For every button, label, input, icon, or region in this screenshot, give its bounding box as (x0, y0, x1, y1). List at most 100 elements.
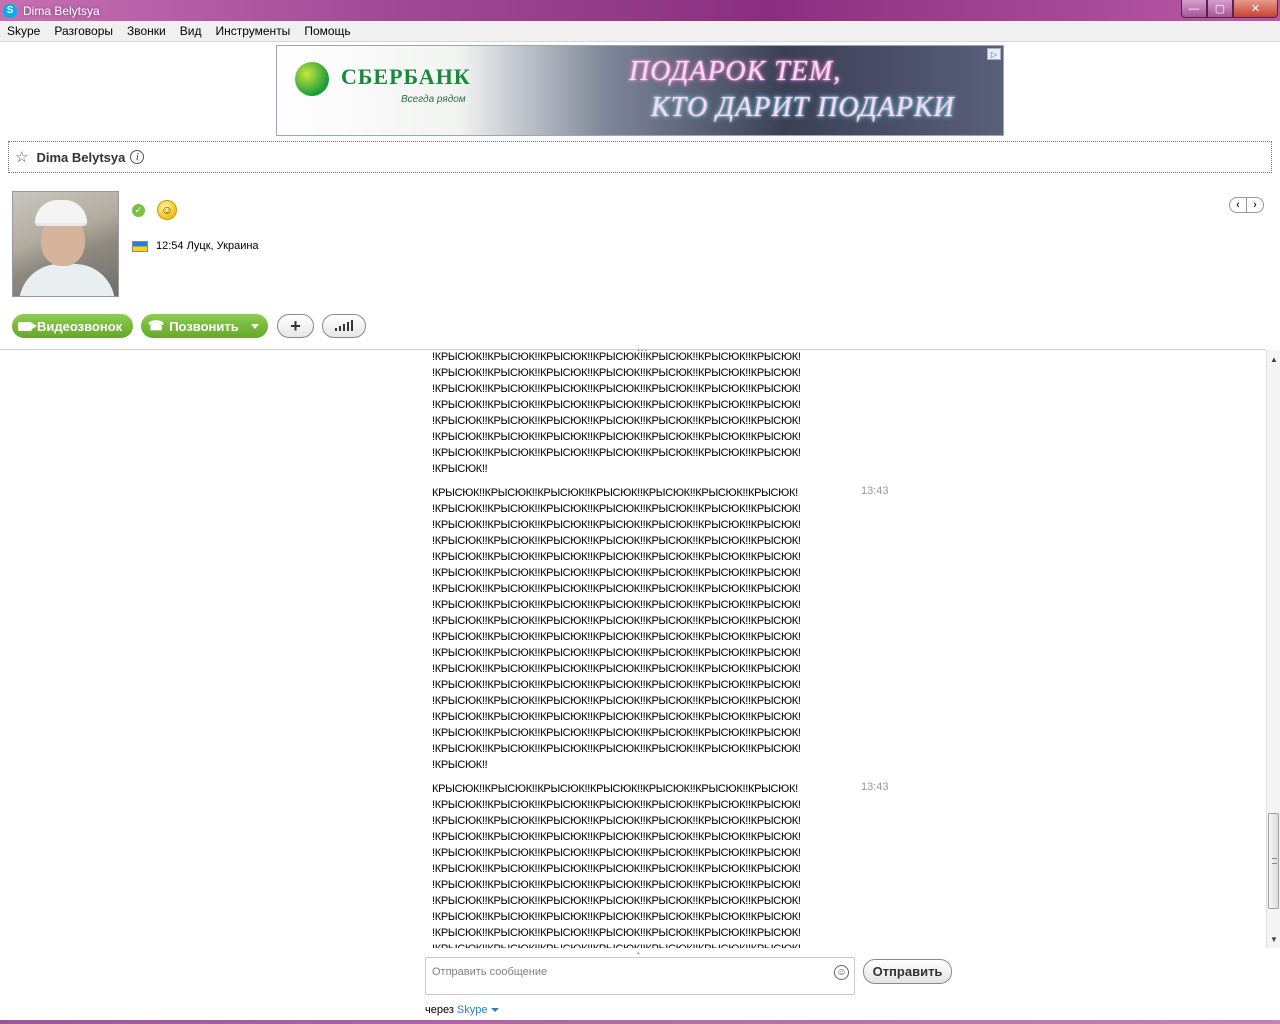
video-call-label: Видеозвонок (37, 318, 123, 334)
location-row: 12:54 Луцк, Украина (132, 240, 259, 252)
chat-message-line: !КРЫСЮК!!КРЫСЮК!!КРЫСЮК!!КРЫСЮК!!КРЫСЮК!… (432, 863, 801, 875)
add-button[interactable]: + (277, 314, 314, 338)
phone-icon: ☎ (148, 318, 165, 333)
chat-message-line: !КРЫСЮК!!КРЫСЮК!!КРЫСЮК!!КРЫСЮК!!КРЫСЮК!… (432, 447, 801, 459)
ad-brand: СБЕРБАНК (341, 64, 471, 89)
send-via: через Skype (425, 1004, 500, 1016)
maximize-button[interactable]: ▢ (1207, 0, 1233, 18)
status-row: ✓ ☺ (132, 200, 177, 220)
mood-emoticon-icon: ☺ (157, 200, 177, 220)
emoticon-icon[interactable]: ☺ (834, 965, 849, 980)
info-icon[interactable]: i (130, 150, 145, 164)
chat-message-line: !КРЫСЮК!!КРЫСЮК!!КРЫСЮК!!КРЫСЮК!!КРЫСЮК!… (432, 551, 801, 563)
send-button[interactable]: Отправить (863, 959, 952, 984)
chat-message-line: !КРЫСЮК!!КРЫСЮК!!КРЫСЮК!!КРЫСЮК!!КРЫСЮК!… (432, 399, 801, 411)
chat-message-line: !КРЫСЮК!!КРЫСЮК!!КРЫСЮК!!КРЫСЮК!!КРЫСЮК!… (432, 695, 801, 707)
video-camera-icon (18, 321, 37, 331)
menu-help[interactable]: Помощь (297, 24, 357, 38)
chat-message-line: !КРЫСЮК!!КРЫСЮК!!КРЫСЮК!!КРЫСЮК!!КРЫСЮК!… (432, 583, 801, 595)
chat-message-line: !КРЫСЮК!!КРЫСЮК!!КРЫСЮК!!КРЫСЮК!!КРЫСЮК!… (432, 631, 801, 643)
call-quality-button[interactable] (322, 314, 366, 338)
video-call-button[interactable]: Видеозвонок (12, 314, 133, 338)
chat-message-line: !КРЫСЮК!!КРЫСЮК!!КРЫСЮК!!КРЫСЮК!!КРЫСЮК!… (432, 647, 801, 659)
message-compose-box[interactable]: ☺ (425, 957, 855, 995)
chat-message-line: !КРЫСЮК!!КРЫСЮК!!КРЫСЮК!!КРЫСЮК!!КРЫСЮК!… (432, 415, 801, 427)
chat-message-line: !КРЫСЮК!!КРЫСЮК!!КРЫСЮК!!КРЫСЮК!!КРЫСЮК!… (432, 535, 801, 547)
chat-message-line: !КРЫСЮК!!КРЫСЮК!!КРЫСЮК!!КРЫСЮК!!КРЫСЮК!… (432, 799, 801, 811)
chat-message-line: !КРЫСЮК!!КРЫСЮК!!КРЫСЮК!!КРЫСЮК!!КРЫСЮК!… (432, 879, 801, 891)
chat-message-line: !КРЫСЮК!!КРЫСЮК!!КРЫСЮК!!КРЫСЮК!!КРЫСЮК!… (432, 431, 801, 443)
call-dropdown-icon[interactable] (251, 324, 259, 329)
scroll-up-icon[interactable]: ▲ (1267, 352, 1280, 366)
chat-message-line: !КРЫСЮК!!КРЫСЮК!!КРЫСЮК!!КРЫСЮК!!КРЫСЮК!… (432, 895, 801, 907)
contact-header: ☆ Dima Belytsya i (8, 141, 1272, 173)
scroll-thumb[interactable] (1268, 813, 1279, 909)
chat-message-line: !КРЫСЮК!!КРЫСЮК!!КРЫСЮК!!КРЫСЮК!!КРЫСЮК!… (432, 727, 801, 739)
chat-message-line: !КРЫСЮК!!КРЫСЮК!!КРЫСЮК!!КРЫСЮК!!КРЫСЮК!… (432, 351, 801, 363)
profile-nav: ‹ › (1229, 197, 1264, 213)
menu-view[interactable]: Вид (173, 24, 209, 38)
ad-banner[interactable]: СБЕРБАНК Всегда рядом ПОДАРОК ТЕМ, КТО Д… (276, 45, 1004, 136)
chat-message-line: !КРЫСЮК!!КРЫСЮК!!КРЫСЮК!!КРЫСЮК!!КРЫСЮК!… (432, 941, 812, 948)
contact-avatar[interactable] (12, 191, 119, 297)
menu-skype[interactable]: Skype (0, 24, 47, 38)
favorite-star-icon[interactable]: ☆ (15, 148, 28, 166)
chat-history[interactable]: !КРЫСЮК!! КРЫСЮК!!КРЫСЮК!!КРЫСЮК!!КРЫСЮК!… (0, 350, 1266, 948)
chat-message[interactable]: КРЫСЮК!!КРЫСЮК!!КРЫСЮК!!КРЫСЮК!!КРЫСЮК!!… (432, 781, 812, 948)
chat-message-line: !КРЫСЮК!!КРЫСЮК!!КРЫСЮК!!КРЫСЮК!!КРЫСЮК!… (432, 383, 801, 395)
call-label: Позвонить (169, 318, 239, 334)
scroll-down-icon[interactable]: ▼ (1267, 932, 1280, 946)
chat-message-line: !КРЫСЮК!!КРЫСЮК!!КРЫСЮК!!КРЫСЮК!!КРЫСЮК!… (432, 711, 801, 723)
chat-message-line: !КРЫСЮК!!КРЫСЮК!!КРЫСЮК!!КРЫСЮК!!КРЫСЮК!… (432, 831, 801, 843)
minimize-button[interactable]: — (1181, 0, 1207, 18)
adchoices-icon[interactable]: ▷ (987, 48, 1001, 60)
via-dropdown-icon[interactable] (491, 1008, 500, 1012)
menu-conversations[interactable]: Разговоры (47, 24, 120, 38)
chat-message-line: !КРЫСЮК!!КРЫСЮК!!КРЫСЮК!!КРЫСЮК!!КРЫСЮК!… (432, 743, 801, 755)
close-button[interactable]: ✕ (1233, 0, 1278, 18)
sberbank-logo-icon (295, 62, 329, 96)
chat-message-line: КРЫСЮК!!КРЫСЮК!!КРЫСЮК!!КРЫСЮК!!КРЫСЮК!!… (432, 487, 798, 499)
chat-message-line: !КРЫСЮК!!КРЫСЮК!!КРЫСЮК!!КРЫСЮК!!КРЫСЮК!… (432, 927, 801, 939)
message-timestamp: 13:43 (861, 485, 889, 497)
skype-icon[interactable]: S (3, 3, 17, 18)
next-arrow-icon[interactable]: › (1247, 198, 1263, 212)
chat-message-line: !КРЫСЮК!! (432, 463, 488, 475)
online-status-icon: ✓ (132, 203, 145, 217)
chat-message-line: !КРЫСЮК!!КРЫСЮК!!КРЫСЮК!!КРЫСЮК!!КРЫСЮК!… (432, 367, 801, 379)
message-timestamp: 13:43 (861, 781, 889, 793)
ad-promo-line-2: КТО ДАРИТ ПОДАРКИ (651, 92, 955, 123)
window-controls: — ▢ ✕ (1181, 0, 1278, 18)
chat-message-line: !КРЫСЮК!!КРЫСЮК!!КРЫСЮК!!КРЫСЮК!!КРЫСЮК!… (432, 615, 801, 627)
call-button[interactable]: ☎ Позвонить (141, 314, 268, 338)
chat-message[interactable]: КРЫСЮК!!КРЫСЮК!!КРЫСЮК!!КРЫСЮК!!КРЫСЮК!!… (432, 485, 812, 773)
prev-arrow-icon[interactable]: ‹ (1230, 198, 1247, 212)
chat-message-line: !КРЫСЮК!!КРЫСЮК!!КРЫСЮК!!КРЫСЮК!!КРЫСЮК!… (432, 815, 801, 827)
menu-tools[interactable]: Инструменты (208, 24, 297, 38)
via-prefix: через (425, 1004, 454, 1016)
message-input[interactable] (432, 964, 822, 980)
ad-promo-line-1: ПОДАРОК ТЕМ, (629, 56, 842, 87)
chat-message-line: КРЫСЮК!!КРЫСЮК!!КРЫСЮК!!КРЫСЮК!!КРЫСЮК!!… (432, 783, 798, 795)
chat-message-line: !КРЫСЮК!!КРЫСЮК!!КРЫСЮК!!КРЫСЮК!!КРЫСЮК!… (432, 663, 801, 675)
chat-message[interactable]: !КРЫСЮК!!КРЫСЮК!!КРЫСЮК!!КРЫСЮК!!КРЫСЮК!… (432, 350, 812, 477)
window-bottom-border (0, 1020, 1280, 1024)
chat-message-line: !КРЫСЮК!!КРЫСЮК!!КРЫСЮК!!КРЫСЮК!!КРЫСЮК!… (432, 679, 801, 691)
chat-message-line: !КРЫСЮК!!КРЫСЮК!!КРЫСЮК!!КРЫСЮК!!КРЫСЮК!… (432, 911, 801, 923)
via-service-link[interactable]: Skype (457, 1004, 488, 1016)
menu-calls[interactable]: Звонки (120, 24, 173, 38)
chat-message-line: !КРЫСЮК!! (432, 759, 488, 771)
chat-message-line: !КРЫСЮК!!КРЫСЮК!!КРЫСЮК!!КРЫСЮК!!КРЫСЮК!… (432, 503, 801, 515)
chat-message-line: !КРЫСЮК!!КРЫСЮК!!КРЫСЮК!!КРЫСЮК!!КРЫСЮК!… (432, 847, 801, 859)
chat-message-line: !КРЫСЮК!!КРЫСЮК!!КРЫСЮК!!КРЫСЮК!!КРЫСЮК!… (432, 519, 801, 531)
window-title: Dima Belytsya (23, 3, 100, 18)
chat-scrollbar[interactable]: ▲ ▼ (1266, 350, 1280, 948)
chat-message-line: !КРЫСЮК!!КРЫСЮК!!КРЫСЮК!!КРЫСЮК!!КРЫСЮК!… (432, 599, 801, 611)
chat-message-line: !КРЫСЮК!!КРЫСЮК!!КРЫСЮК!!КРЫСЮК!!КРЫСЮК!… (432, 567, 801, 579)
contact-name[interactable]: Dima Belytsya (36, 150, 125, 165)
title-bar: S Dima Belytsya — ▢ ✕ (0, 0, 1280, 21)
ad-slogan: Всегда рядом (401, 94, 466, 105)
menu-bar: Skype Разговоры Звонки Вид Инструменты П… (0, 21, 1280, 42)
local-time-location: 12:54 Луцк, Украина (156, 240, 259, 252)
ukraine-flag-icon (132, 240, 148, 252)
